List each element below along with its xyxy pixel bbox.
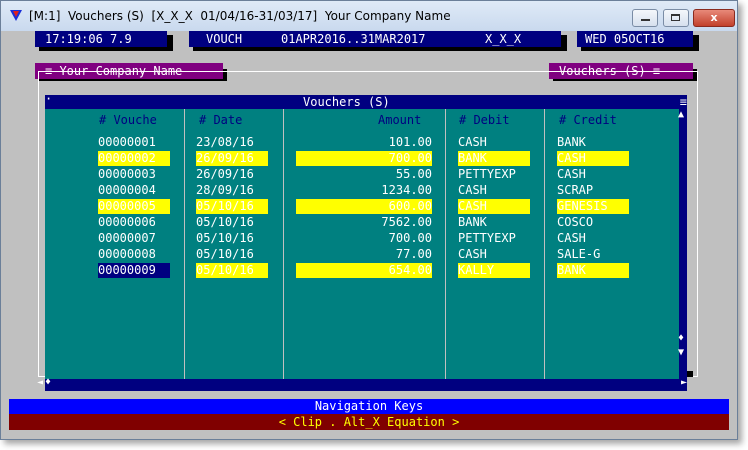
maximize-icon <box>671 14 680 21</box>
column-header-date[interactable]: # Date <box>199 113 242 127</box>
cell-debit: PETTYEXP <box>458 231 516 245</box>
scroll-down-icon[interactable]: ▼ <box>678 347 684 358</box>
cell-date: 28/09/16 <box>196 183 254 197</box>
vertical-scrollbar[interactable]: ▲ ♦ ▼ <box>678 109 687 379</box>
status-module: VOUCH <box>206 32 243 46</box>
cell-debit: CASH <box>458 199 530 214</box>
cell-debit: CASH <box>458 135 487 149</box>
cell-no: 00000001 <box>98 135 156 149</box>
cell-credit: SCRAP <box>557 183 594 197</box>
scroll-right-icon[interactable]: ► <box>681 377 687 388</box>
cell-amount: 700.00 <box>388 231 432 245</box>
cell-credit: CASH <box>557 167 586 181</box>
table-row[interactable]: 00000003 26/09/16 55.00 PETTYEXP CASH <box>45 167 679 183</box>
cell-credit: CASH <box>557 151 629 166</box>
window-corner-icon[interactable]: · <box>45 92 52 106</box>
status-date: WED 05OCT16 <box>577 31 693 47</box>
cell-no: 00000008 <box>98 247 156 261</box>
horizontal-scrollbar[interactable]: ◄ ♦ ► <box>37 377 687 391</box>
scroll-left-icon[interactable]: ◄ <box>37 377 43 388</box>
cell-no: 00000004 <box>98 183 156 197</box>
maximize-button[interactable] <box>663 9 689 27</box>
table-row[interactable]: 00000001 23/08/16 101.00 CASH BANK <box>45 135 679 151</box>
cell-debit: KALLY <box>458 263 530 278</box>
cell-credit: COSCO <box>557 215 594 229</box>
close-icon: x <box>710 11 718 24</box>
cell-date: 05/10/16 <box>196 263 268 278</box>
vouchers-table: # Vouche # Date Amount # Debit # Credit … <box>45 109 679 379</box>
status-time: 17:19:06 7.9 <box>35 31 167 47</box>
cell-debit: CASH <box>458 247 487 261</box>
window-title: [M:1] Vouchers (S) [X_X_X 01/04/16-31/03… <box>29 9 451 23</box>
table-row[interactable]: 00000004 28/09/16 1234.00 CASH SCRAP <box>45 183 679 199</box>
cell-debit: PETTYEXP <box>458 167 516 181</box>
cell-date: 05/10/16 <box>196 199 268 214</box>
vouchers-title: Vouchers (S) <box>303 95 390 109</box>
column-header-amount[interactable]: Amount <box>378 113 421 127</box>
cell-no: 00000007 <box>98 231 156 245</box>
cell-date: 05/10/16 <box>196 231 254 245</box>
table-row[interactable]: 00000007 05/10/16 700.00 PETTYEXP CASH <box>45 231 679 247</box>
status-company-code: X_X_X <box>485 32 522 46</box>
hint-bar: < Clip . Alt_X Equation > <box>9 414 729 430</box>
column-header-voucher[interactable]: # Vouche <box>99 113 157 127</box>
client-area: 17:19:06 7.9 VOUCH 01APR2016..31MAR2017 … <box>1 31 737 439</box>
cell-debit: CASH <box>458 183 487 197</box>
title-bar[interactable]: [M:1] Vouchers (S) [X_X_X 01/04/16-31/03… <box>1 1 737 31</box>
table-row[interactable]: 00000002 26/09/16 700.00 BANK CASH <box>45 151 679 167</box>
cell-date: 05/10/16 <box>196 247 254 261</box>
window-menu-icon[interactable]: ≡ <box>680 95 687 109</box>
cell-credit: BANK <box>557 263 629 278</box>
cell-amount: 101.00 <box>388 135 432 149</box>
column-header-debit[interactable]: # Debit <box>459 113 510 127</box>
table-row[interactable]: 00000005 05/10/16 600.00 CASH GENESIS <box>45 199 679 215</box>
cell-credit: GENESIS <box>557 199 629 214</box>
cell-credit: BANK <box>557 135 586 149</box>
cell-no: 00000006 <box>98 215 156 229</box>
cell-debit: BANK <box>458 215 487 229</box>
cell-amount: 7562.00 <box>381 215 432 229</box>
vouchers-header: · Vouchers (S) ≡ <box>45 92 687 109</box>
cell-credit: CASH <box>557 231 586 245</box>
close-button[interactable]: x <box>693 9 735 27</box>
cell-date: 05/10/16 <box>196 215 254 229</box>
cell-date: 26/09/16 <box>196 151 268 166</box>
table-row[interactable]: 00000009 05/10/16 654.00 KALLY BANK <box>45 263 679 279</box>
navigation-keys-bar: Navigation Keys <box>9 399 729 414</box>
cell-amount: 600.00 <box>296 199 432 214</box>
minimize-icon <box>641 19 650 21</box>
cell-amount: 654.00 <box>296 263 432 278</box>
cell-date: 23/08/16 <box>196 135 254 149</box>
cell-no: 00000003 <box>98 167 156 181</box>
cell-no: 00000005 <box>98 199 170 214</box>
cell-credit: SALE-G <box>557 247 601 261</box>
column-header-credit[interactable]: # Credit <box>559 113 617 127</box>
cell-amount: 700.00 <box>296 151 432 166</box>
vouchers-window: · Vouchers (S) ≡ # Vouche # Date Amount … <box>37 92 687 391</box>
cell-no: 00000002 <box>98 151 170 166</box>
status-period: 01APR2016..31MAR2017 <box>281 32 426 46</box>
cell-no: 00000009 <box>98 263 170 278</box>
table-row[interactable]: 00000008 05/10/16 77.00 CASH SALE-G <box>45 247 679 263</box>
scroll-up-icon[interactable]: ▲ <box>678 109 684 120</box>
cell-debit: BANK <box>458 151 530 166</box>
app-icon[interactable] <box>10 10 22 21</box>
app-window: [M:1] Vouchers (S) [X_X_X 01/04/16-31/03… <box>0 0 738 440</box>
scroll-thumb-icon[interactable]: ♦ <box>678 333 684 344</box>
minimize-button[interactable] <box>632 9 658 27</box>
table-row[interactable]: 00000006 05/10/16 7562.00 BANK COSCO <box>45 215 679 231</box>
cell-amount: 77.00 <box>395 247 432 261</box>
scroll-left-thumb-icon[interactable]: ♦ <box>45 377 51 388</box>
cell-amount: 1234.00 <box>381 183 432 197</box>
cell-amount: 55.00 <box>395 167 432 181</box>
cell-date: 26/09/16 <box>196 167 254 181</box>
